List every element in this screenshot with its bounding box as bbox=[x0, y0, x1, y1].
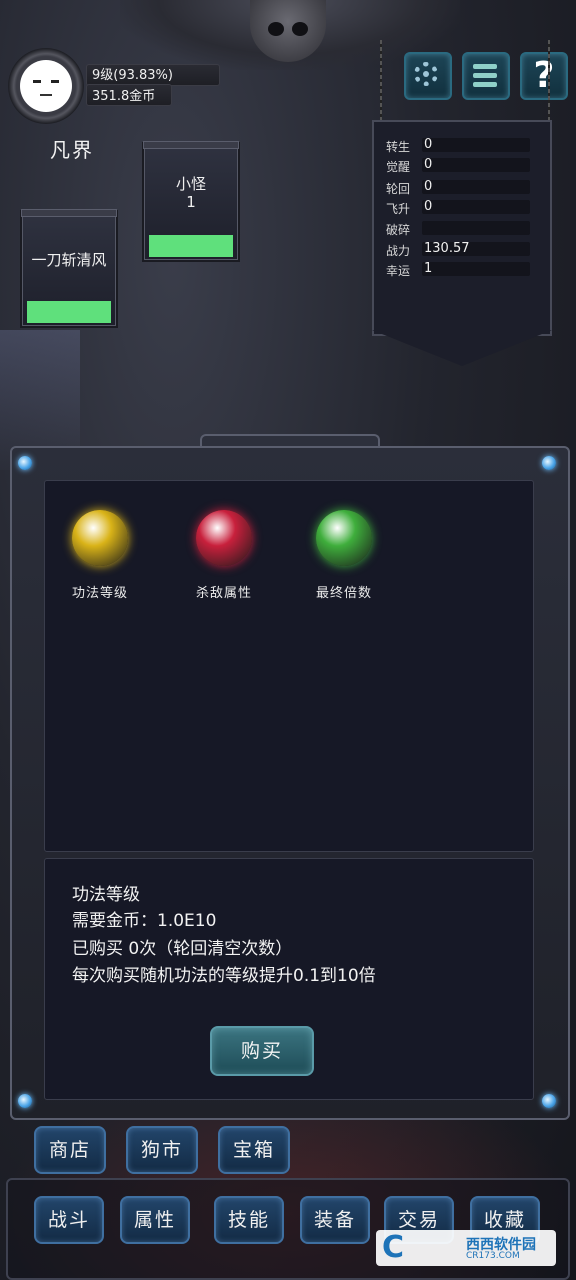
menu-button[interactable] bbox=[462, 52, 510, 100]
orb-label[interactable]: 杀敌属性 bbox=[174, 582, 274, 601]
orb-icon[interactable] bbox=[316, 510, 372, 566]
corner-gem-icon bbox=[18, 456, 32, 470]
avatar[interactable] bbox=[20, 60, 72, 112]
corner-gem-icon bbox=[542, 1094, 556, 1108]
orb-label[interactable]: 功法等级 bbox=[50, 582, 150, 601]
realm-label: 凡界 bbox=[50, 138, 94, 162]
player-tile[interactable]: 一刀斩清风 bbox=[21, 209, 117, 326]
tile-cap bbox=[143, 141, 239, 149]
avatar-mouth-icon bbox=[40, 94, 52, 96]
player-tile-name: 一刀斩清风 bbox=[31, 251, 107, 269]
buy-button[interactable]: 购买 bbox=[210, 1026, 314, 1076]
stat-label: 转生 bbox=[386, 140, 411, 154]
stat-value: 0 bbox=[422, 180, 530, 194]
nav-attributes[interactable]: 属性 bbox=[120, 1196, 190, 1244]
help-button[interactable]: ? bbox=[520, 52, 568, 100]
detail-title: 功法等级 bbox=[72, 885, 140, 905]
detail-effect: 每次购买随机功法的等级提升0.1到10倍 bbox=[72, 966, 376, 986]
stat-label: 轮回 bbox=[386, 182, 411, 196]
avatar-eye-icon bbox=[51, 80, 59, 83]
watermark: C 西西软件园 CR173.COM bbox=[376, 1230, 556, 1266]
nav-equipment[interactable]: 装备 bbox=[300, 1196, 370, 1244]
monster-tile-name: 小怪 bbox=[175, 175, 206, 193]
stat-label: 破碎 bbox=[386, 223, 411, 237]
level-text: 9级(93.83%) bbox=[92, 68, 173, 83]
chain-ornament bbox=[380, 40, 382, 122]
stat-value: 0 bbox=[422, 158, 530, 172]
detail-cost: 需要金币：1.0E10 bbox=[72, 911, 217, 931]
watermark-url: CR173.COM bbox=[466, 1251, 520, 1261]
stat-label: 飞升 bbox=[386, 202, 411, 216]
subnav-treasure[interactable]: 宝箱 bbox=[218, 1126, 290, 1174]
monster-tile[interactable]: 小怪 1 bbox=[143, 141, 239, 260]
help-icon: ? bbox=[533, 55, 555, 96]
nav-battle[interactable]: 战斗 bbox=[34, 1196, 104, 1244]
stat-value: 1 bbox=[422, 262, 530, 276]
watermark-logo-icon: C bbox=[382, 1230, 405, 1265]
tile-cap bbox=[21, 209, 117, 217]
gold-text: 351.8金币 bbox=[92, 89, 156, 104]
stat-value: 0 bbox=[422, 200, 530, 214]
stats-panel-tail bbox=[372, 330, 552, 366]
stat-label: 战力 bbox=[386, 244, 411, 258]
stat-label: 觉醒 bbox=[386, 160, 411, 174]
monster-count: 1 bbox=[186, 193, 196, 211]
avatar-eye-icon bbox=[33, 80, 41, 83]
stat-value bbox=[422, 221, 530, 235]
stat-label: 幸运 bbox=[386, 264, 411, 278]
corner-gem-icon bbox=[18, 1094, 32, 1108]
orb-icon[interactable] bbox=[196, 510, 252, 566]
nav-skills[interactable]: 技能 bbox=[214, 1196, 284, 1244]
detail-bought: 已购买 0次（轮回清空次数） bbox=[72, 939, 293, 959]
subnav-dog-market[interactable]: 狗市 bbox=[126, 1126, 198, 1174]
settings-button[interactable] bbox=[404, 52, 452, 100]
player-hp-bar bbox=[27, 301, 111, 323]
gear-icon bbox=[414, 62, 438, 86]
monster-hp-bar bbox=[149, 235, 233, 257]
corner-gem-icon bbox=[542, 456, 556, 470]
stat-value: 0 bbox=[422, 138, 530, 152]
subnav-shop[interactable]: 商店 bbox=[34, 1126, 106, 1174]
orb-icon[interactable] bbox=[72, 510, 128, 566]
stat-value: 130.57 bbox=[422, 242, 530, 256]
orb-label[interactable]: 最终倍数 bbox=[294, 582, 394, 601]
